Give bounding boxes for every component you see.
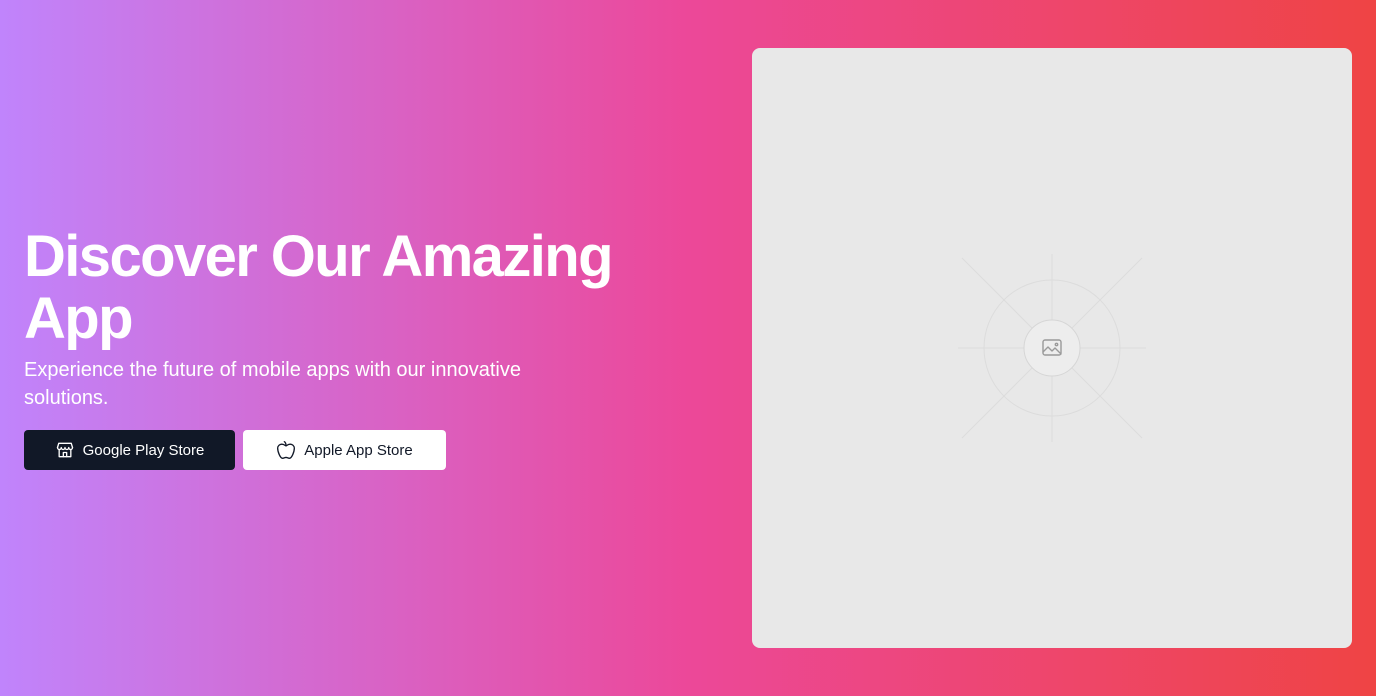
apple-icon [276,440,296,460]
apple-app-store-button[interactable]: Apple App Store [243,430,446,470]
hero-subtitle: Experience the future of mobile apps wit… [24,359,521,409]
google-play-store-button[interactable]: Google Play Store [24,430,235,470]
apple-app-store-label: Apple App Store [304,441,413,459]
image-placeholder-graphic [958,254,1146,442]
hero-title: Discover Our Amazing App [24,224,614,351]
store-icon [55,440,75,460]
hero-content: Discover Our Amazing App Experience the … [24,226,664,470]
google-play-store-label: Google Play Store [82,441,205,459]
hero-section: Discover Our Amazing App Experience the … [0,0,1376,696]
app-image-placeholder [752,48,1352,648]
store-buttons: Google Play Store Apple App Store [24,430,664,470]
